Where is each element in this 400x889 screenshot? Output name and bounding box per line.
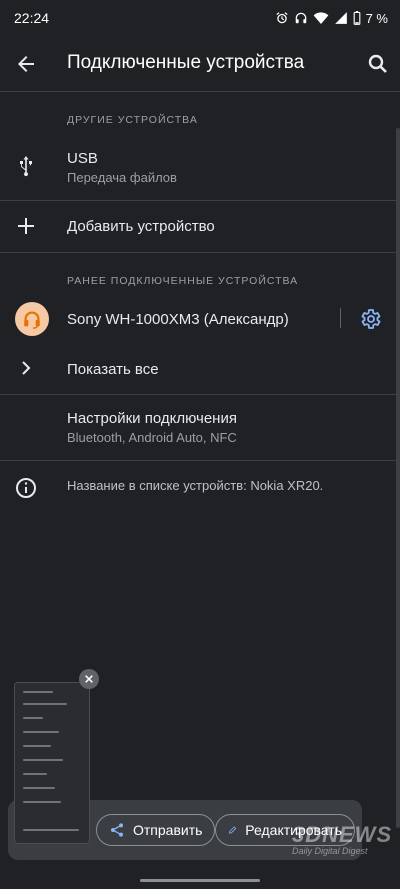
divider (0, 252, 400, 253)
watermark-logo: 3DNEWS Daily Digital Digest (292, 822, 392, 870)
search-icon[interactable] (366, 52, 390, 76)
divider (0, 460, 400, 461)
section-header-previous-devices: РАНЕЕ ПОДКЛЮЧЕННЫЕ УСТРОЙСТВА (67, 275, 299, 287)
connection-settings-row[interactable]: Настройки подключения Bluetooth, Android… (0, 398, 400, 456)
device-name: Sony WH-1000XM3 (Александр) (67, 311, 289, 328)
chevron-right-icon (22, 361, 31, 375)
add-device-row[interactable]: Добавить устройство (0, 201, 400, 249)
usb-subtitle: Передача файлов (67, 170, 177, 185)
signal-icon (334, 12, 347, 24)
page-title: Подключенные устройства (67, 52, 305, 73)
headset-icon (15, 302, 49, 336)
screenshot-thumbnail[interactable] (14, 682, 90, 844)
status-bar: 22:24 7 % (0, 0, 400, 36)
alarm-icon (275, 12, 288, 24)
usb-title: USB (67, 150, 98, 167)
connection-settings-title: Настройки подключения (67, 410, 237, 427)
watermark-brand: 3DNEWS (292, 822, 393, 847)
arrow-back-icon[interactable] (14, 52, 38, 76)
share-label: Отправить (133, 822, 203, 838)
plus-icon (18, 218, 34, 234)
info-icon (16, 478, 36, 498)
vertical-divider (340, 308, 341, 328)
share-icon (111, 823, 123, 837)
gear-icon[interactable] (358, 307, 382, 331)
add-device-label: Добавить устройство (67, 218, 215, 235)
device-name-info-row: Название в списке устройств: Nokia XR20. (0, 470, 400, 504)
divider (0, 91, 400, 92)
share-button[interactable]: Отправить (96, 814, 216, 846)
battery-icon (353, 11, 360, 25)
gesture-nav-handle[interactable] (140, 879, 260, 882)
usb-row[interactable]: USB Передача файлов (0, 140, 400, 192)
battery-percent: 7 % (365, 10, 388, 26)
scrollbar[interactable] (396, 128, 400, 828)
app-bar: Подключенные устройства (0, 38, 400, 90)
status-icons: 7 % (275, 11, 388, 26)
divider (0, 394, 400, 395)
usb-icon (20, 156, 32, 177)
status-time: 22:24 (14, 10, 50, 26)
headphones-icon (295, 12, 306, 24)
section-header-other-devices: ДРУГИЕ УСТРОЙСТВА (67, 114, 198, 126)
wifi-icon (313, 12, 328, 24)
show-all-row[interactable]: Показать все (0, 346, 400, 392)
connection-settings-subtitle: Bluetooth, Android Auto, NFC (67, 430, 237, 445)
close-icon[interactable] (79, 669, 99, 689)
device-name-info: Название в списке устройств: Nokia XR20. (67, 478, 324, 493)
pencil-icon (229, 826, 237, 834)
show-all-label: Показать все (67, 361, 159, 378)
